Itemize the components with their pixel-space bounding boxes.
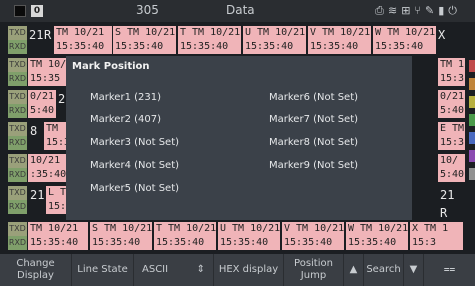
txd-tag: TXD — [8, 222, 27, 236]
search-button[interactable]: Search — [364, 254, 404, 286]
updown-chevron-icon: ⇕ — [196, 264, 205, 275]
data-cell: U TM 10/21 15:35:40 — [243, 26, 306, 54]
search-down-button[interactable]: ▼ — [404, 254, 424, 286]
hex-display-button[interactable]: HEX display — [214, 254, 284, 286]
network-icon: ⊞ — [401, 4, 415, 17]
data-cell: E TM 1 15:3 — [438, 122, 465, 150]
rxd-tag: RXD — [8, 200, 27, 214]
encoding-select[interactable]: ASCII ⇕ — [134, 254, 214, 286]
txd-tag: TXD — [8, 186, 27, 200]
printer-icon: ⎙ — [375, 4, 388, 17]
data-row: TXD RXD TM 10/21 15:35:40 S TM 10/21 15:… — [8, 222, 463, 250]
data-cell: 0/21 5:40 — [438, 90, 465, 118]
data-cell: 10/21 :35:40 — [28, 154, 68, 182]
page-title: Data — [226, 3, 255, 17]
record-counter: 305 — [136, 3, 159, 17]
wifi-icon: ≋ — [387, 4, 402, 17]
marker-6[interactable]: Marker6 (Not Set) — [269, 92, 358, 103]
data-cell: X TM 1 15:3 — [410, 222, 463, 250]
rxd-tag: RXD — [8, 40, 27, 54]
txd-tag: TXD — [8, 154, 27, 168]
usb-icon: ⑂ — [414, 4, 426, 17]
txd-tag: TXD — [8, 58, 27, 72]
mark-position-dialog: Mark Position Marker1 (231) Marker2 (407… — [66, 56, 412, 220]
search-up-button[interactable]: ▲ — [344, 254, 364, 286]
data-cell: T TM 10/21 15:35:40 — [154, 222, 216, 250]
data-cell: TM 10/21 15:35:40 — [54, 26, 112, 54]
txd-tag: TXD — [8, 26, 27, 40]
marker-7[interactable]: Marker7 (Not Set) — [269, 114, 358, 125]
data-cell: V TM 10/21 15:35:40 — [282, 222, 344, 250]
txd-tag: TXD — [8, 90, 27, 104]
rxd-tag: RXD — [8, 136, 27, 150]
marker-2[interactable]: Marker2 (407) — [90, 114, 161, 125]
marker-3[interactable]: Marker3 (Not Set) — [90, 137, 179, 148]
data-row: TXD RXD 21 R TM 10/21 15:35:40 S TM 10/2… — [8, 26, 463, 54]
menu-button[interactable]: ⩵ — [424, 254, 475, 286]
tool-icon: ✎ — [425, 4, 439, 17]
encoding-value: ASCII — [142, 264, 169, 275]
marker-1[interactable]: Marker1 (231) — [90, 92, 161, 103]
count-badge: 0 — [31, 5, 43, 17]
change-display-button[interactable]: Change Display — [0, 254, 72, 286]
data-cell: S TM 10/21 15:35:40 — [113, 26, 176, 54]
settings-sliders-icon: ⩵ — [443, 264, 456, 275]
rxd-tag: RXD — [8, 72, 27, 86]
data-cell: TM 1 15:3 — [438, 58, 465, 86]
stop-square-icon[interactable] — [14, 5, 26, 17]
line-state-button[interactable]: Line State — [72, 254, 134, 286]
data-cell: 0/21 5:40 — [28, 90, 56, 118]
row-char: R — [44, 28, 52, 42]
row-char: 21 R 40 — [440, 188, 455, 238]
data-cell: TM 10/21 15:35:40 — [28, 222, 88, 250]
rxd-tag: RXD — [8, 168, 27, 182]
data-cell: W TM 10/21 15:35:40 — [373, 26, 436, 54]
rxd-tag: RXD — [8, 236, 27, 250]
data-cell: W TM 10/21 15:35:40 — [346, 222, 408, 250]
marker-9[interactable]: Marker9 (Not Set) — [269, 160, 358, 171]
row-char: 8 — [30, 124, 38, 138]
marker-8[interactable]: Marker8 (Not Set) — [269, 137, 358, 148]
data-cell: V TM 10/21 15:35:40 — [308, 26, 371, 54]
data-cell: U TM 10/21 15:35:40 — [218, 222, 280, 250]
top-bar: 0 305 Data ⎙≋⊞⑂✎▮⏻ — [0, 0, 475, 22]
data-cell: S TM 10/21 15:35:40 — [90, 222, 152, 250]
data-cell: 10/ 5:40 — [438, 154, 465, 182]
row-char: X — [438, 28, 446, 42]
txd-tag: TXD — [8, 122, 27, 136]
sdcard-icon: ▮ — [438, 4, 449, 17]
position-jump-button[interactable]: Position Jump — [284, 254, 344, 286]
data-cell: TM 10/ 15:35 — [28, 58, 68, 86]
marker-5[interactable]: Marker5 (Not Set) — [90, 183, 179, 194]
color-strip — [469, 60, 475, 186]
bottom-toolbar: Change Display Line State ASCII ⇕ HEX di… — [0, 254, 475, 286]
power-icon: ⏻ — [448, 4, 461, 17]
marker-4[interactable]: Marker4 (Not Set) — [90, 160, 179, 171]
triangle-down-icon: ▼ — [409, 264, 418, 275]
triangle-up-icon: ▲ — [349, 264, 358, 275]
data-cell: T TM 10/21 15:35:40 — [178, 26, 241, 54]
dialog-title: Mark Position — [72, 61, 150, 72]
status-icons: ⎙≋⊞⑂✎▮⏻ — [375, 4, 461, 18]
rxd-tag: RXD — [8, 104, 27, 118]
